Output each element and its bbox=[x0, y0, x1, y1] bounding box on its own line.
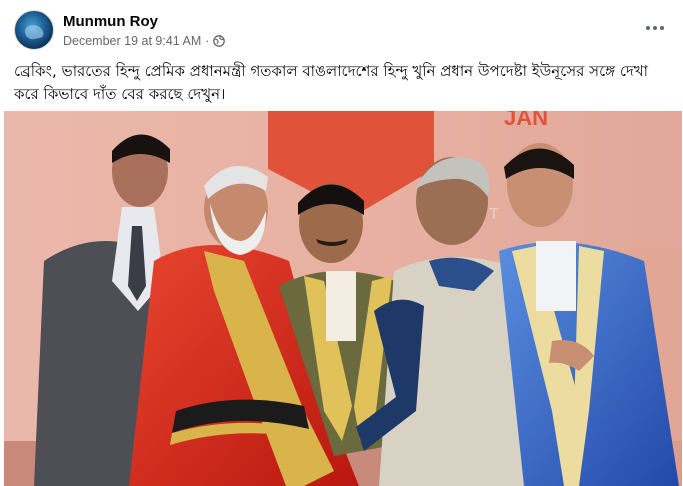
post-photo[interactable]: JAN T bbox=[4, 111, 682, 486]
banner-partial-text: T bbox=[489, 206, 499, 223]
photo-illustration: JAN T bbox=[4, 111, 682, 486]
facebook-post: Munmun Roy December 19 at 9:41 AM · ব্রে… bbox=[0, 0, 683, 486]
author-name[interactable]: Munmun Roy bbox=[63, 13, 158, 30]
post-header: Munmun Roy December 19 at 9:41 AM · bbox=[14, 10, 669, 56]
post-caption: ব্রেকিং, ভারতের হিন্দু প্রেমিক প্রধানমন্… bbox=[14, 62, 648, 103]
post-meta: December 19 at 9:41 AM · bbox=[63, 34, 226, 48]
more-options-icon[interactable] bbox=[641, 16, 669, 40]
globe-icon[interactable] bbox=[213, 35, 226, 47]
banner-text: JAN bbox=[504, 111, 548, 130]
author-avatar[interactable] bbox=[14, 10, 54, 50]
post-timestamp[interactable]: December 19 at 9:41 AM bbox=[63, 34, 201, 48]
meta-separator: · bbox=[205, 34, 210, 48]
